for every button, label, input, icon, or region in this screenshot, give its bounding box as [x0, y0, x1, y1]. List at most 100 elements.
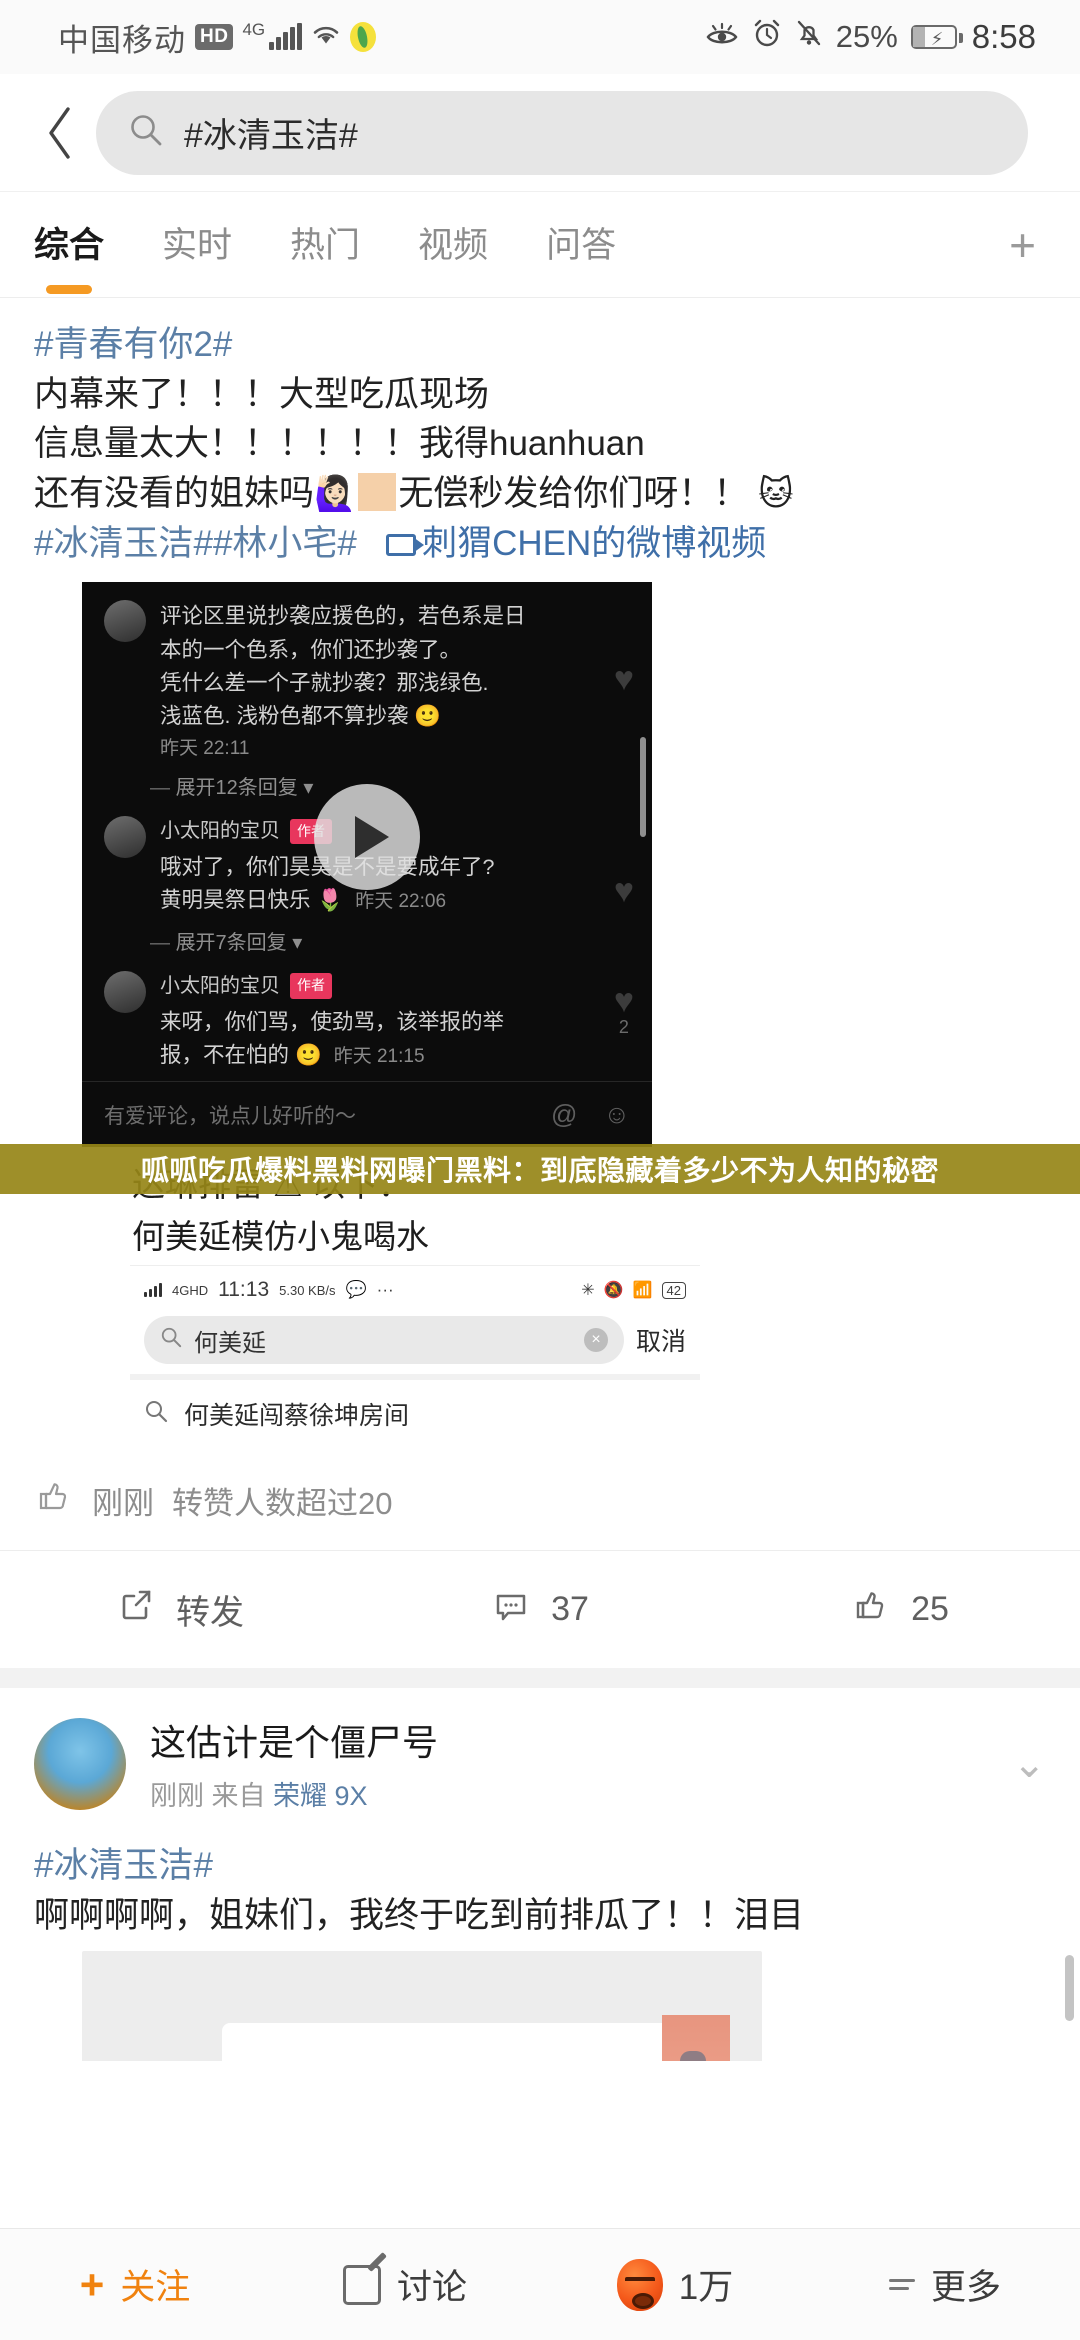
tab-video[interactable]: 视频	[418, 217, 488, 272]
thumb-comment-body: 评论区里说抄袭应援色的，若色系是日 本的一个色系，你们还抄袭了。 凭什么差一个子…	[160, 600, 630, 763]
share-button[interactable]: 转发	[0, 1585, 360, 1634]
tab-qa[interactable]: 问答	[546, 217, 616, 272]
thumb-comment-line: 报，不在怕的 🙂 昨天 21:15	[160, 1039, 630, 1072]
carrier-label: 中国移动	[58, 22, 186, 58]
eye-icon	[705, 19, 739, 55]
post-author-name[interactable]: 这估计是个僵尸号	[150, 1714, 438, 1766]
inner-clock-label: 11:13	[218, 1278, 270, 1302]
like-button[interactable]: 25	[720, 1585, 1080, 1634]
image-card[interactable]: 八卦汇总	[82, 1950, 762, 2061]
at-icon[interactable]: @	[551, 1099, 577, 1130]
thumb-comment: 小太阳的宝贝 作者 来呀，你们骂，使劲骂，该举报的举 报，不在怕的 🙂 昨天 2…	[104, 970, 630, 1073]
more-icon: ···	[376, 1280, 394, 1300]
battery-charging-icon: ⚡	[910, 25, 963, 49]
more-button[interactable]: 更多	[810, 2259, 1080, 2310]
pen-icon	[342, 2264, 381, 2305]
wechat-icon: 💬	[345, 1280, 367, 1300]
heart-icon[interactable]: ♥	[614, 660, 634, 699]
post-subinfo: 刚刚 来自 荣耀 9X	[150, 1774, 438, 1813]
inner-search-input[interactable]: 何美延 ×	[144, 1316, 624, 1365]
more-label: 更多	[930, 2268, 1001, 2307]
thumb-scrollbar	[640, 737, 646, 838]
reaction-count: 1万	[678, 2268, 734, 2307]
network-type-label: 4G	[242, 20, 266, 39]
post-text-line-with-emoji: 还有没看的姐妹吗🙋🏻‍♀️ 无偿秒发给你们呀！！ 🐱	[34, 469, 1046, 519]
thumb-comment-line: 黄明昊祭日快乐 🌷 昨天 22:06	[160, 884, 630, 917]
follow-label: 关注	[120, 2268, 191, 2307]
thumb-comment-icons: @ ☺	[551, 1099, 630, 1130]
thumb-comment-time: 昨天 22:11	[160, 737, 250, 759]
image-card-photo	[662, 2014, 730, 2061]
inner-suggestion-row[interactable]: 何美延闯蔡徐坤房间	[130, 1374, 700, 1446]
thumb-expand-replies[interactable]: 展开7条回复 ▾	[150, 926, 630, 955]
back-button[interactable]	[30, 103, 90, 163]
heart-icon[interactable]: ♥ 2	[614, 982, 634, 1038]
thumb-comment-input[interactable]: 有爱评论，说点儿好听的～ @ ☺	[82, 1081, 652, 1147]
thumb-comment-line: 凭什么差一个子就抄袭？那浅绿色.	[160, 671, 489, 696]
video-thumbnail[interactable]: 评论区里说抄袭应援色的，若色系是日 本的一个色系，你们还抄袭了。 凭什么差一个子…	[82, 582, 652, 1148]
thumb-comment-body: 小太阳的宝贝 作者 来呀，你们骂，使劲骂，该举报的举 报，不在怕的 🙂 昨天 2…	[160, 971, 630, 1073]
post-stats: 转赞人数超过20	[172, 1485, 393, 1521]
tofu-block-icon	[358, 473, 397, 512]
comment-button[interactable]: 37	[360, 1585, 720, 1634]
post-header: 这估计是个僵尸号 刚刚 来自 荣耀 9X ⌄	[0, 1688, 1080, 1819]
page-scrollbar[interactable]	[1065, 1955, 1074, 2021]
discuss-button[interactable]: 讨论	[270, 2259, 540, 2310]
tab-realtime[interactable]: 实时	[162, 217, 232, 272]
chevron-down-icon[interactable]: ⌄	[1012, 1741, 1046, 1787]
inner-battery-label: 42	[661, 1281, 686, 1299]
tab-hot[interactable]: 热门	[290, 217, 360, 272]
avatar	[104, 600, 146, 643]
thumb-comment-line: 来呀，你们骂，使劲骂，该举报的举	[160, 1009, 505, 1034]
hd-badge: HD	[195, 24, 234, 50]
share-label: 转发	[176, 1594, 244, 1633]
tab-comprehensive[interactable]: 综合	[34, 217, 104, 272]
hashtag-link[interactable]: #冰清玉洁#	[34, 524, 213, 563]
follow-button[interactable]: + 关注	[0, 2259, 270, 2310]
post-text-segment: 还有没看的姐妹吗	[34, 474, 315, 514]
post-text-line: 啊啊啊啊，姐妹们，我终于吃到前排瓜了！！泪目	[34, 1895, 805, 1935]
app-status-icon	[349, 22, 376, 52]
avatar	[104, 816, 146, 859]
emoji-icon[interactable]: ☺	[603, 1099, 630, 1130]
bluetooth-icon: ✳	[581, 1282, 595, 1300]
reaction-button[interactable]: 1万	[540, 2258, 810, 2311]
bottom-toolbar: + 关注 讨论 1万 更多	[0, 2228, 1080, 2340]
inner-speed-label: 5.30 KB/s	[279, 1282, 336, 1298]
hashtag-link[interactable]: #青春有你2#	[34, 320, 1046, 370]
post-actions: 转发 37 25	[0, 1550, 1080, 1668]
heart-count: 2	[618, 1017, 629, 1038]
thumb-comment-line: 浅蓝色. 浅粉色都不算抄袭 🙂	[160, 704, 442, 729]
cat-emoji-icon: 🐱	[758, 475, 794, 514]
post-time: 刚刚	[150, 1781, 204, 1812]
inner-cancel-button[interactable]: 取消	[636, 1322, 686, 1358]
avatar[interactable]	[34, 1717, 126, 1810]
post-from-prefix: 来自	[211, 1781, 266, 1812]
post-author-info: 这估计是个僵尸号 刚刚 来自 荣耀 9X	[150, 1714, 438, 1813]
search-header: #冰清玉洁#	[0, 74, 1080, 192]
wifi-icon	[311, 19, 341, 55]
thumb-comment: 评论区里说抄袭应援色的，若色系是日 本的一个色系，你们还抄袭了。 凭什么差一个子…	[104, 600, 630, 763]
video-camera-icon	[386, 533, 425, 556]
hashtag-link[interactable]: #林小宅#	[213, 524, 357, 563]
signal-bars-icon	[144, 1283, 162, 1298]
search-icon	[160, 1326, 182, 1355]
thumb-comment-text: 报，不在怕的 🙂	[160, 1043, 322, 1068]
play-button-icon[interactable]	[314, 783, 420, 890]
clear-icon[interactable]: ×	[583, 1328, 608, 1353]
video-link[interactable]: 刺猬CHEN的微博视频	[422, 524, 766, 563]
thumb-comment-line: 本的一个色系，你们还抄袭了。	[160, 637, 462, 662]
bell-muted-icon	[795, 18, 823, 56]
post-tags-line: #冰清玉洁##林小宅# 刺猬CHEN的微博视频	[34, 519, 1046, 569]
search-icon	[128, 112, 164, 153]
thumb-comment-author: 小太阳的宝贝 作者	[160, 971, 630, 1002]
heart-icon[interactable]: ♥	[614, 872, 634, 911]
search-input[interactable]: #冰清玉洁#	[96, 90, 1028, 175]
hashtag-link[interactable]: #冰清玉洁#	[34, 1841, 1046, 1891]
angry-emoji-icon	[616, 2258, 663, 2311]
post-body: #青春有你2# 内幕来了！！！大型吃瓜现场 信息量太大！！！！！！我得huanh…	[0, 298, 1080, 568]
add-tab-button[interactable]: +	[1009, 218, 1036, 272]
post-source-device[interactable]: 荣耀 9X	[273, 1781, 368, 1811]
video-card[interactable]: 评论区里说抄袭应援色的，若色系是日 本的一个色系，你们还抄袭了。 凭什么差一个子…	[82, 582, 700, 1447]
search-tabs: 综合 实时 热门 视频 问答 +	[0, 192, 1080, 298]
